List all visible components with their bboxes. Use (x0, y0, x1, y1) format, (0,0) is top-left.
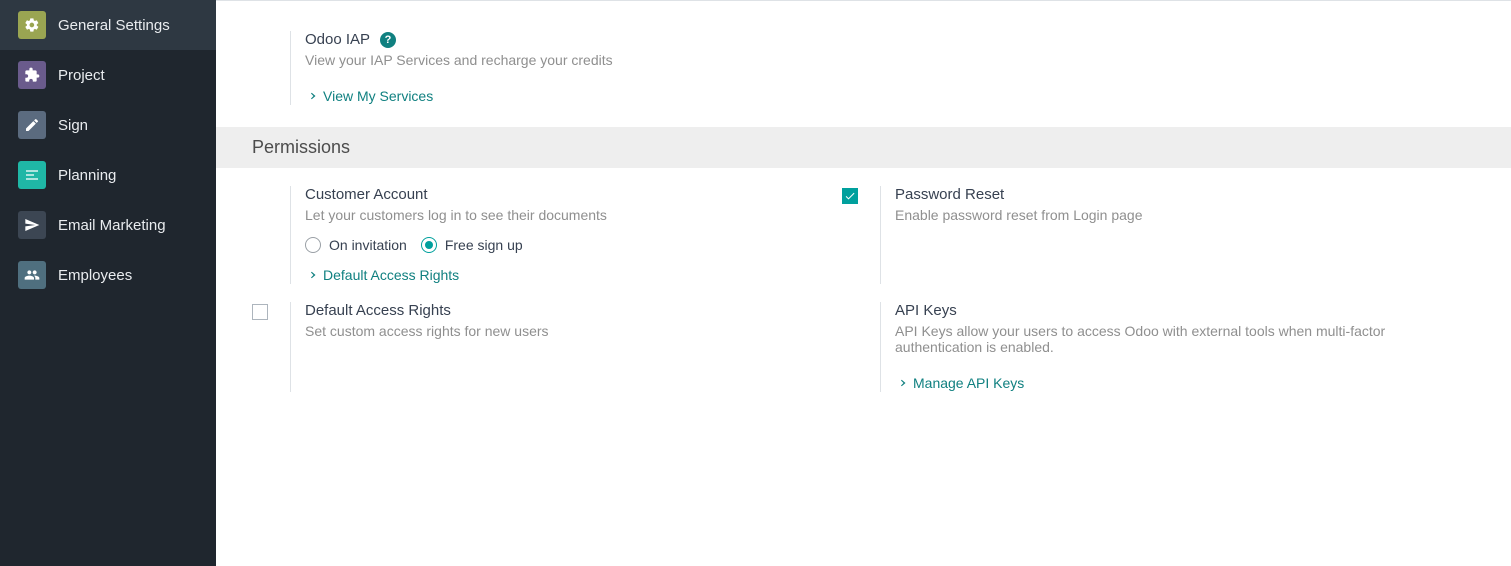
password-reset-title: Password Reset (895, 186, 1432, 203)
radio-icon (421, 237, 437, 253)
password-reset-desc: Enable password reset from Login page (895, 207, 1432, 223)
radio-free-sign-up[interactable]: Free sign up (421, 237, 523, 253)
sidebar-item-label: Planning (58, 167, 116, 184)
check-icon (844, 190, 856, 202)
api-keys-title: API Keys (895, 302, 1432, 319)
link-label: View My Services (323, 88, 433, 104)
iap-title: Odoo IAP ? (305, 31, 1475, 48)
sidebar-item-label: Email Marketing (58, 217, 166, 234)
customer-account-title: Customer Account (305, 186, 842, 203)
view-my-services-link[interactable]: View My Services (305, 88, 433, 104)
manage-api-keys-link[interactable]: Manage API Keys (895, 375, 1024, 391)
iap-title-text: Odoo IAP (305, 31, 370, 48)
puzzle-icon (18, 61, 46, 89)
settings-main: Odoo IAP ? View your IAP Services and re… (216, 0, 1511, 566)
arrow-right-icon (305, 269, 317, 281)
sidebar-item-sign[interactable]: Sign (0, 100, 216, 150)
send-icon (18, 211, 46, 239)
help-icon[interactable]: ? (380, 32, 396, 48)
link-label: Manage API Keys (913, 375, 1024, 391)
api-keys-desc: API Keys allow your users to access Odoo… (895, 323, 1432, 355)
radio-on-invitation[interactable]: On invitation (305, 237, 407, 253)
sidebar-item-label: General Settings (58, 17, 170, 34)
sidebar-item-project[interactable]: Project (0, 50, 216, 100)
people-icon (18, 261, 46, 289)
sign-icon (18, 111, 46, 139)
permissions-header: Permissions (216, 127, 1511, 168)
default-access-rights-link[interactable]: Default Access Rights (305, 267, 459, 283)
sidebar-item-planning[interactable]: Planning (0, 150, 216, 200)
gear-icon (18, 11, 46, 39)
radio-icon (305, 237, 321, 253)
sidebar-item-label: Employees (58, 267, 132, 284)
sidebar-item-label: Project (58, 67, 105, 84)
iap-desc: View your IAP Services and recharge your… (305, 52, 1475, 68)
arrow-right-icon (895, 377, 907, 389)
password-reset-checkbox[interactable] (842, 188, 858, 204)
radio-label: On invitation (329, 237, 407, 253)
link-label: Default Access Rights (323, 267, 459, 283)
customer-account-desc: Let your customers log in to see their d… (305, 207, 842, 223)
sidebar-item-employees[interactable]: Employees (0, 250, 216, 300)
sidebar-item-label: Sign (58, 117, 88, 134)
settings-sidebar: General Settings Project Sign Planning E… (0, 0, 216, 566)
default-access-checkbox[interactable] (252, 304, 268, 320)
default-access-title: Default Access Rights (305, 302, 842, 319)
sidebar-item-email-marketing[interactable]: Email Marketing (0, 200, 216, 250)
planning-icon (18, 161, 46, 189)
arrow-right-icon (305, 90, 317, 102)
default-access-desc: Set custom access rights for new users (305, 323, 842, 339)
radio-label: Free sign up (445, 237, 523, 253)
sidebar-item-general-settings[interactable]: General Settings (0, 0, 216, 50)
